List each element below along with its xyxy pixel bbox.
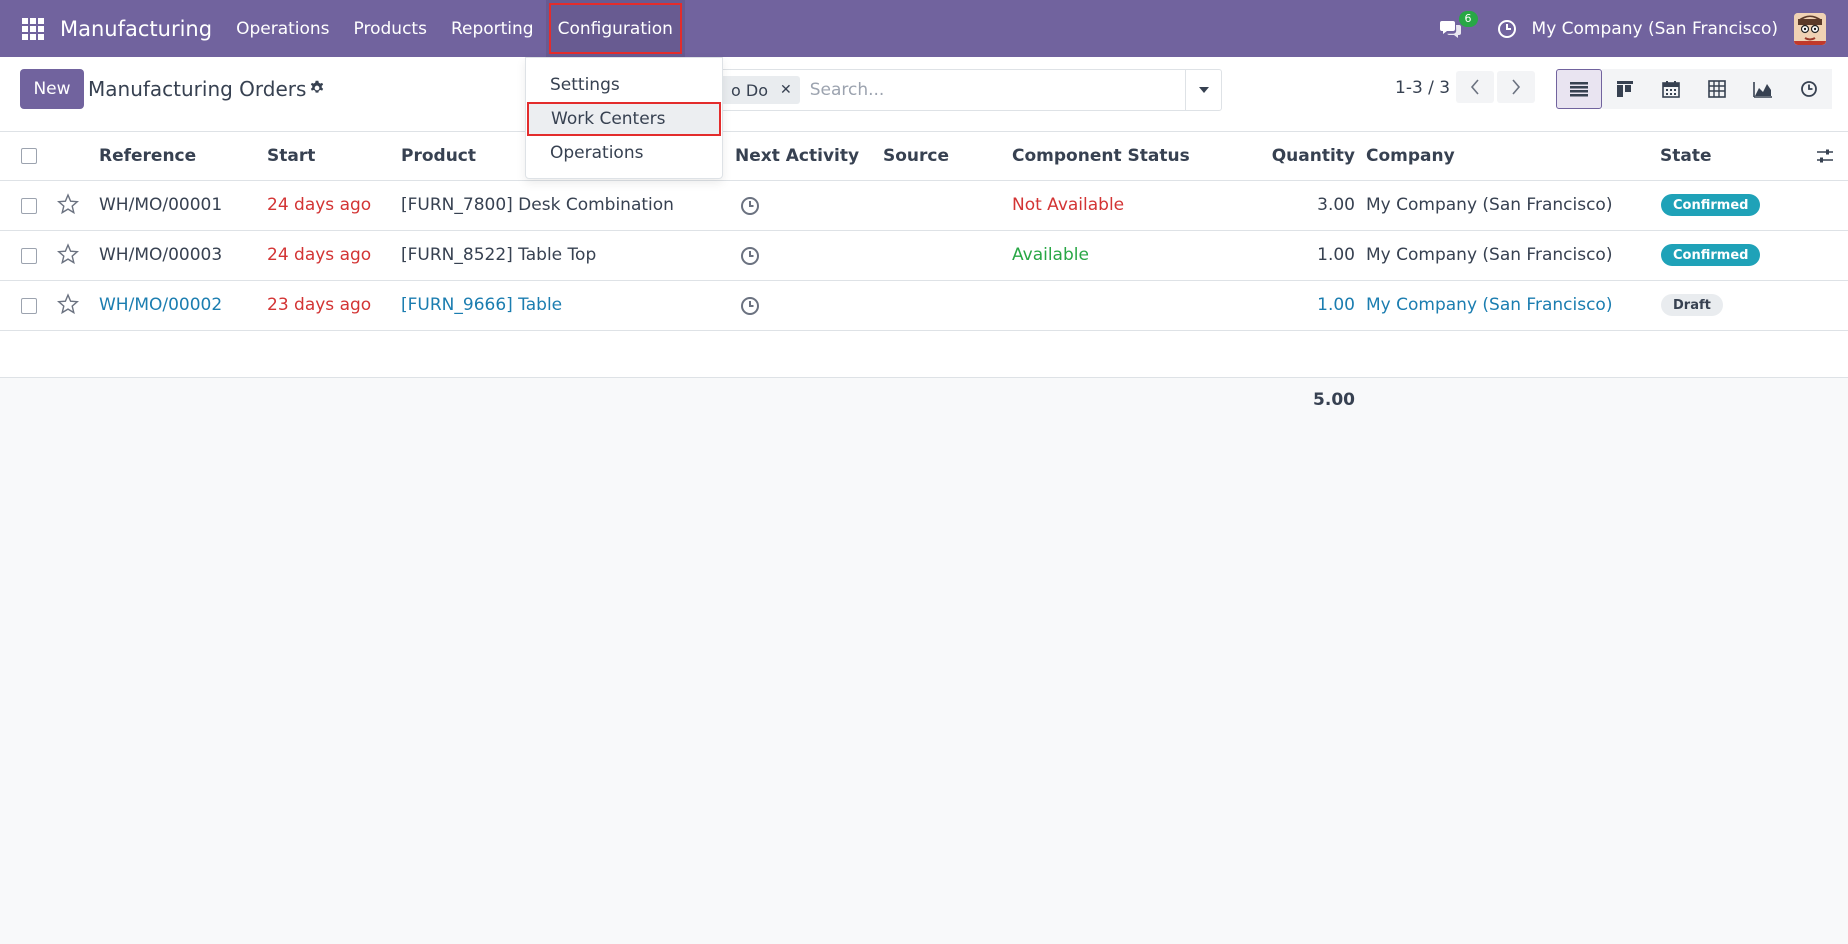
- app-grid-icon[interactable]: [22, 17, 44, 40]
- pager-value[interactable]: 1-3 / 3: [1395, 78, 1450, 98]
- clock-icon: [1497, 19, 1516, 38]
- page-title: Manufacturing Orders: [88, 77, 307, 101]
- top-navbar: Manufacturing Operations Products Report…: [0, 0, 1848, 57]
- caret-down-icon: [1198, 87, 1209, 93]
- table-row[interactable]: WH/MO/00001 24 days ago [FURN_7800] Desk…: [0, 181, 1848, 231]
- kanban-view-button[interactable]: [1602, 69, 1648, 109]
- pager-previous-button[interactable]: [1456, 71, 1494, 103]
- cell-start: 24 days ago: [267, 195, 372, 215]
- cell-component-status: Available: [1012, 245, 1089, 265]
- menu-operations[interactable]: Operations: [224, 0, 341, 57]
- list-view-button[interactable]: [1556, 69, 1602, 109]
- cell-component-status: Not Available: [1012, 195, 1125, 215]
- status-badge: Confirmed: [1661, 244, 1761, 266]
- activity-button[interactable]: [1492, 14, 1522, 44]
- kanban-view-icon: [1617, 81, 1633, 97]
- menu-configuration[interactable]: Configuration: [545, 0, 685, 57]
- header-product[interactable]: Product: [401, 146, 476, 166]
- chevron-right-icon: [1512, 79, 1521, 95]
- cell-product: [FURN_8522] Table Top: [401, 245, 597, 265]
- user-avatar[interactable]: [1794, 12, 1826, 45]
- company-switcher[interactable]: My Company (San Francisco): [1532, 19, 1778, 39]
- header-state[interactable]: State: [1660, 146, 1712, 166]
- configuration-dropdown: Settings Work Centers Operations: [525, 57, 723, 179]
- table-row[interactable]: WH/MO/00003 24 days ago [FURN_8522] Tabl…: [0, 231, 1848, 281]
- dropdown-item-work-centers[interactable]: Work Centers: [527, 102, 721, 136]
- row-checkbox[interactable]: [21, 298, 37, 314]
- list-view-icon: [1570, 82, 1588, 97]
- header-company[interactable]: Company: [1366, 146, 1455, 166]
- navbar-systray: 6 My Company (San Francisco): [1436, 0, 1848, 57]
- menu-reporting[interactable]: Reporting: [439, 0, 546, 57]
- table-row[interactable]: WH/MO/00002 23 days ago [FURN_9666] Tabl…: [0, 281, 1848, 331]
- graph-view-button[interactable]: [1740, 69, 1786, 109]
- pager-next-button[interactable]: [1497, 71, 1535, 103]
- cell-reference: WH/MO/00001: [99, 195, 223, 215]
- activity-clock-icon[interactable]: [740, 196, 760, 216]
- cell-company: My Company (San Francisco): [1366, 245, 1613, 265]
- empty-row: [0, 331, 1848, 378]
- cell-quantity: 1.00: [1317, 245, 1355, 265]
- status-badge: Draft: [1661, 294, 1723, 316]
- cell-company: My Company (San Francisco): [1366, 295, 1613, 315]
- star-icon[interactable]: [57, 193, 79, 215]
- total-quantity: 5.00: [1313, 390, 1355, 410]
- status-badge: Confirmed: [1661, 194, 1761, 216]
- pivot-view-icon: [1708, 80, 1726, 98]
- cell-product: [FURN_9666] Table: [401, 295, 563, 315]
- graph-view-icon: [1753, 82, 1772, 98]
- control-panel: New Manufacturing Orders o Do ✕ 1-3 / 3: [0, 57, 1848, 132]
- cell-start: 24 days ago: [267, 245, 372, 265]
- cell-quantity: 3.00: [1317, 195, 1355, 215]
- message-count-badge: 6: [1458, 10, 1478, 27]
- avatar-image: [1794, 12, 1826, 45]
- new-button[interactable]: New: [20, 69, 84, 109]
- activity-view-icon: [1801, 81, 1817, 97]
- activity-view-button[interactable]: [1786, 69, 1832, 109]
- messages-button[interactable]: 6: [1436, 10, 1478, 44]
- facet-label: o Do: [731, 80, 768, 100]
- row-checkbox[interactable]: [21, 248, 37, 264]
- view-switcher: [1556, 69, 1832, 109]
- search-bar: o Do ✕: [714, 69, 1222, 111]
- cell-reference: WH/MO/00002: [99, 295, 223, 315]
- header-start[interactable]: Start: [267, 146, 315, 166]
- gear-icon[interactable]: [308, 79, 326, 97]
- app-name[interactable]: Manufacturing: [60, 17, 212, 41]
- header-component-status[interactable]: Component Status: [1012, 146, 1190, 166]
- cell-company: My Company (San Francisco): [1366, 195, 1613, 215]
- dropdown-item-settings[interactable]: Settings: [526, 68, 722, 102]
- header-source[interactable]: Source: [883, 146, 949, 166]
- cell-start: 23 days ago: [267, 295, 372, 315]
- search-input[interactable]: [809, 80, 1170, 100]
- calendar-view-icon: [1662, 81, 1680, 98]
- cell-product: [FURN_7800] Desk Combination: [401, 195, 674, 215]
- activity-clock-icon[interactable]: [740, 246, 760, 266]
- activity-clock-icon[interactable]: [740, 296, 760, 316]
- pivot-view-button[interactable]: [1694, 69, 1740, 109]
- select-all-checkbox[interactable]: [21, 148, 37, 164]
- cell-quantity: 1.00: [1317, 295, 1355, 315]
- search-facet: o Do ✕: [719, 76, 800, 104]
- calendar-view-button[interactable]: [1648, 69, 1694, 109]
- header-quantity[interactable]: Quantity: [1270, 146, 1355, 166]
- list-table: Reference Start Product Next Activity So…: [0, 132, 1848, 378]
- dropdown-item-operations[interactable]: Operations: [526, 136, 722, 170]
- header-reference[interactable]: Reference: [99, 146, 196, 166]
- menu-products[interactable]: Products: [342, 0, 439, 57]
- chevron-left-icon: [1470, 79, 1479, 95]
- star-icon[interactable]: [57, 293, 79, 315]
- cell-reference: WH/MO/00003: [99, 245, 223, 265]
- search-options-toggle[interactable]: [1185, 70, 1221, 110]
- main-menu: Operations Products Reporting Configurat…: [224, 0, 685, 57]
- header-next-activity[interactable]: Next Activity: [735, 146, 859, 166]
- table-header: Reference Start Product Next Activity So…: [0, 132, 1848, 181]
- row-checkbox[interactable]: [21, 198, 37, 214]
- star-icon[interactable]: [57, 243, 79, 265]
- optional-columns-icon[interactable]: [1816, 147, 1834, 165]
- remove-facet-icon[interactable]: ✕: [780, 82, 792, 98]
